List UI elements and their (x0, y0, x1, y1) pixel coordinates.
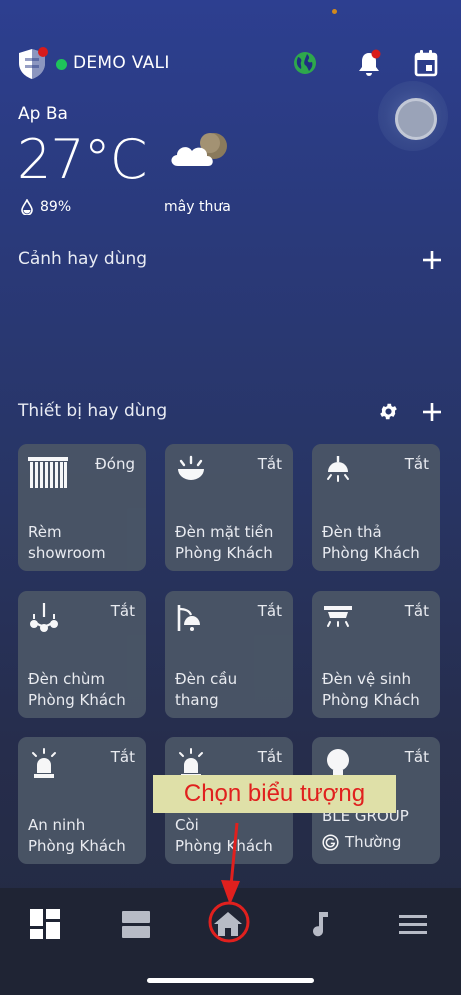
device-name: Đèn vệ sinh Phòng Khách (322, 670, 420, 709)
device-tile-facade-light[interactable]: Tắt Đèn mặt tiền Phòng Khách (165, 444, 293, 571)
app-screen: DEMO VALI Ap Ba 27°C 89% mây thưa Cảnh h… (0, 0, 461, 995)
rooms-icon[interactable] (120, 908, 152, 940)
weather-location: Ap Ba (18, 104, 68, 124)
tube-light-icon (324, 606, 352, 627)
device-state: Tắt (404, 455, 429, 473)
device-state: Tắt (110, 602, 135, 620)
gesture-home-bar[interactable] (147, 978, 314, 983)
google-g-icon (322, 833, 339, 851)
device-state: Tắt (257, 748, 282, 766)
add-scene-icon[interactable] (422, 250, 442, 270)
music-icon[interactable] (305, 908, 337, 940)
device-name: An ninh Phòng Khách (28, 816, 126, 855)
curtain-icon (28, 457, 68, 488)
devices-title: Thiết bị hay dùng (18, 401, 168, 421)
home-icon[interactable] (212, 908, 244, 940)
weather-condition: mây thưa (164, 199, 231, 215)
header: DEMO VALI (16, 45, 445, 85)
device-tile-bathroom-light[interactable]: Tắt Đèn vệ sinh Phòng Khách (312, 591, 440, 718)
gear-icon[interactable] (378, 401, 399, 422)
siren-icon (32, 748, 56, 778)
home-name[interactable]: DEMO VALI (73, 53, 170, 73)
calendar-icon[interactable] (413, 49, 439, 77)
bell-icon[interactable] (356, 49, 382, 77)
device-state: Tắt (257, 455, 282, 473)
camera-dot (332, 9, 337, 14)
water-drop-icon (21, 199, 33, 215)
device-state: Tắt (110, 748, 135, 766)
scenes-title: Cảnh hay dùng (18, 249, 148, 269)
device-tile-security[interactable]: Tắt An ninh Phòng Khách (18, 737, 146, 864)
device-state: Đóng (95, 455, 135, 473)
weather-humidity: 89% (20, 199, 71, 215)
online-status-dot (56, 59, 67, 70)
globe-icon[interactable] (293, 51, 317, 75)
device-tile-stair-light[interactable]: Tắt Đèn cầu thang (165, 591, 293, 718)
device-tile-chandelier[interactable]: Tắt Đèn chùm Phòng Khách (18, 591, 146, 718)
shield-icon[interactable] (16, 47, 48, 81)
menu-icon[interactable] (397, 908, 429, 940)
pendant-light-icon (327, 456, 349, 482)
humidity-value: 89% (40, 199, 72, 215)
wall-lamp-icon (177, 605, 200, 631)
device-name: Đèn cầu thang (175, 670, 238, 709)
device-tile-curtain[interactable]: Đóng Rèm showroom (18, 444, 146, 571)
device-name: Đèn chùm Phòng Khách (28, 670, 126, 709)
assistant-button[interactable] (378, 81, 448, 151)
weather-temperature: 27°C (17, 128, 147, 191)
chandelier-icon (30, 603, 58, 632)
device-tile-pendant-light[interactable]: Tắt Đèn thả Phòng Khách (312, 444, 440, 571)
partly-cloudy-night-icon (171, 133, 227, 166)
add-device-icon[interactable] (422, 402, 442, 422)
device-state: Tắt (404, 748, 429, 766)
dashboard-icon[interactable] (29, 908, 61, 940)
device-state: Tắt (257, 602, 282, 620)
device-name: Đèn mặt tiền Phòng Khách (175, 523, 274, 562)
device-name: Rèm showroom (28, 523, 106, 562)
annotation-label: Chọn biểu tượng (153, 775, 396, 813)
device-state: Tắt (404, 602, 429, 620)
ceiling-light-icon (178, 455, 204, 480)
device-name: Còi Phòng Khách (175, 816, 273, 855)
device-name: Đèn thả Phòng Khách (322, 523, 420, 562)
